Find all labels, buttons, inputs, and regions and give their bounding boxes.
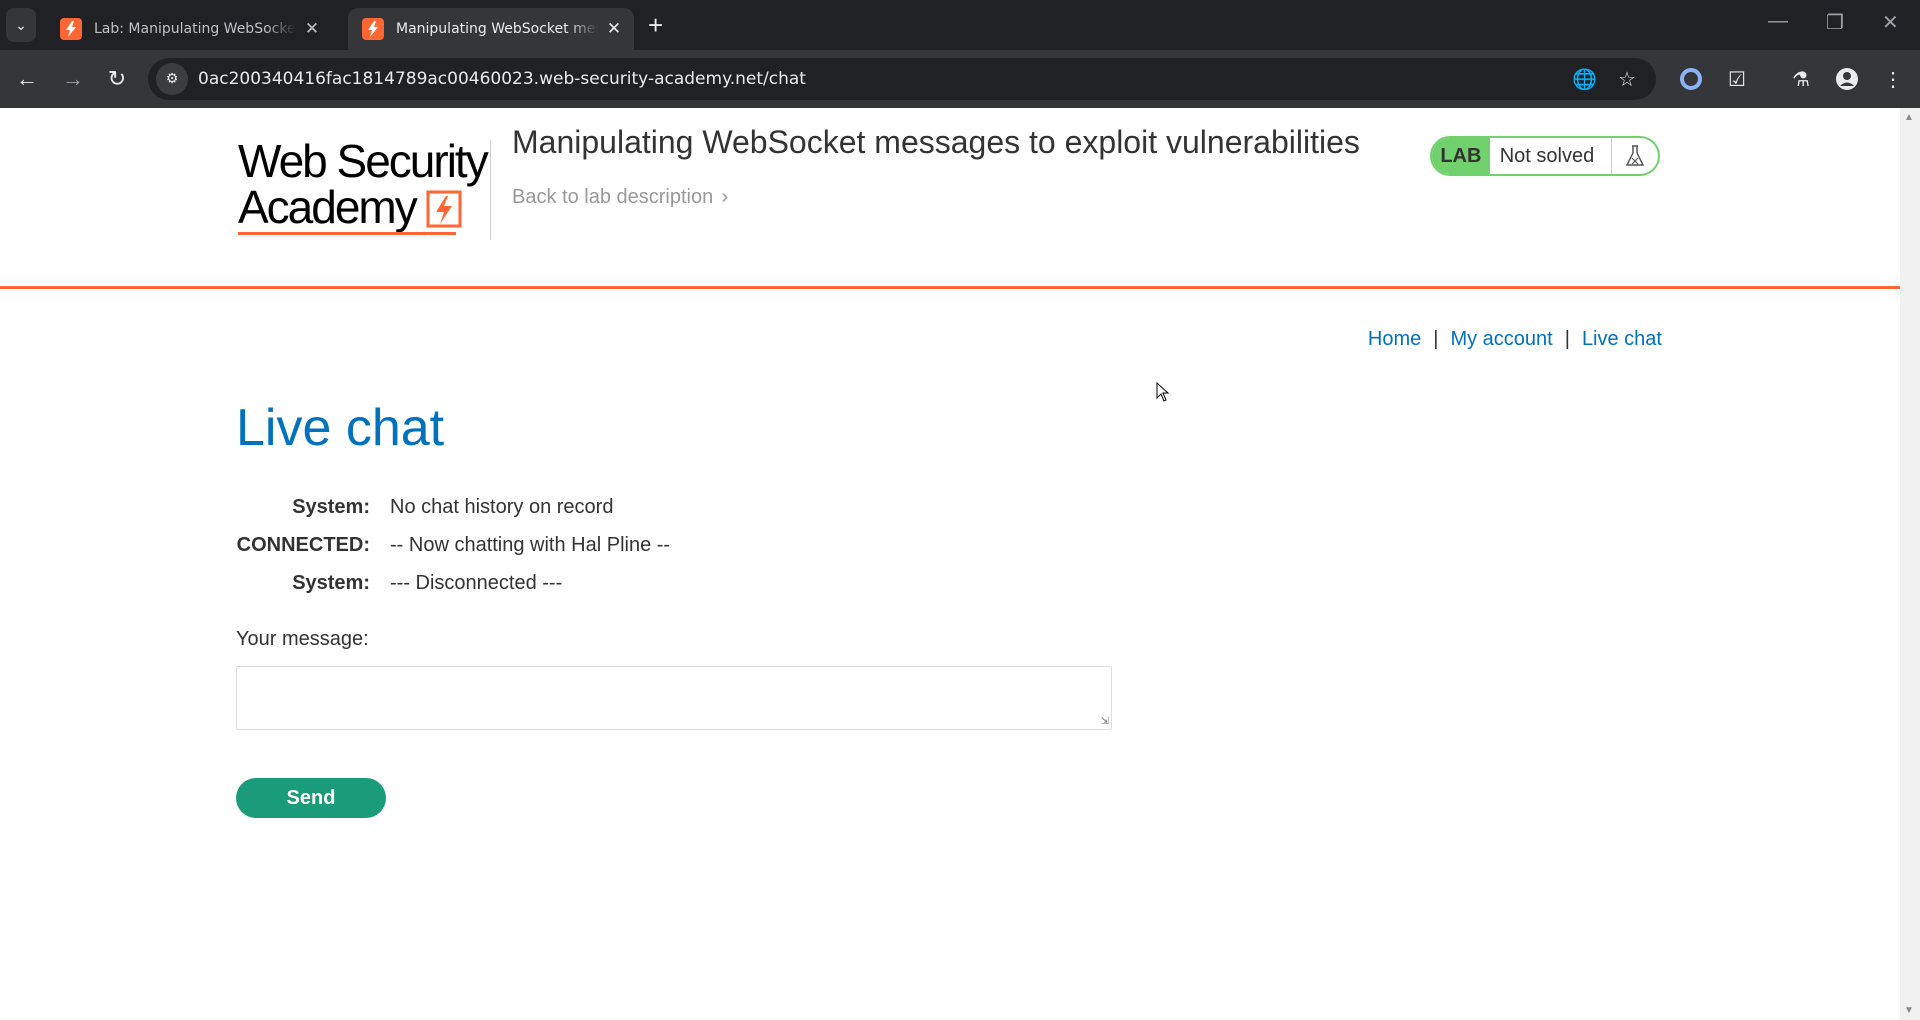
lab-label: LAB (1432, 138, 1490, 174)
bookmark-star-icon[interactable]: ☆ (1618, 67, 1636, 91)
header-orange-rule (0, 286, 1900, 289)
tab-title: Manipulating WebSocket messa (396, 21, 598, 37)
back-to-lab-link[interactable]: Back to lab description ›› (512, 186, 731, 209)
minimize-icon[interactable]: — (1768, 10, 1788, 33)
send-button[interactable]: Send (236, 778, 386, 818)
chevron-down-icon: ⌄ (15, 16, 27, 33)
lab-status-text: Not solved (1499, 144, 1595, 167)
logo-bolt-icon (426, 190, 462, 228)
scroll-down-icon[interactable]: ▼ (1904, 1005, 1914, 1016)
close-tab-icon[interactable]: ✕ (604, 19, 624, 39)
profile-icon[interactable] (1832, 64, 1862, 94)
address-bar[interactable]: ⚙ 0ac200340416fac1814789ac00460023.web-s… (148, 58, 1656, 100)
academy-logo[interactable]: Web Security Academy (238, 134, 490, 235)
lightning-favicon-icon (362, 18, 384, 40)
reload-button[interactable]: ↻ (102, 64, 132, 94)
back-button[interactable]: ← (12, 64, 42, 94)
tab-search-button[interactable]: ⌄ (6, 8, 36, 42)
nav-separator: | (1433, 328, 1439, 350)
nav-my-account-link[interactable]: My account (1450, 328, 1552, 351)
chat-text: --- Disconnected --- (390, 571, 563, 594)
page-content: Web Security Academy Manipulating WebSoc… (0, 108, 1900, 1020)
message-textarea[interactable]: ⇲ (236, 666, 1112, 730)
chat-sender: System: (292, 495, 370, 518)
double-chevron-right-icon: ›› (721, 186, 730, 208)
nav-live-chat-link[interactable]: Live chat (1582, 328, 1662, 351)
url-text[interactable]: 0ac200340416fac1814789ac00460023.web-sec… (198, 69, 806, 89)
chat-message: System: No chat history on record (236, 488, 936, 526)
browser-tab-2[interactable]: Manipulating WebSocket messa ✕ (348, 8, 634, 50)
nav-home-link[interactable]: Home (1368, 328, 1421, 351)
forward-button[interactable]: → (58, 64, 88, 94)
logo-line-2: Academy (238, 181, 418, 233)
site-info-icon[interactable]: ⚙ (156, 63, 188, 95)
chat-message: System: --- Disconnected --- (236, 564, 936, 602)
chat-message: CONNECTED: -- Now chatting with Hal Plin… (236, 526, 936, 564)
lab-status-badge: LAB Not solved (1430, 136, 1660, 176)
logo-line-1: Web Security (238, 135, 489, 187)
nav-separator: | (1564, 328, 1570, 350)
chat-text: -- Now chatting with Hal Pline -- (390, 533, 671, 556)
close-window-icon[interactable]: ✕ (1882, 10, 1899, 35)
close-tab-icon[interactable]: ✕ (302, 19, 322, 39)
extensions-puzzle-icon[interactable]: ☑ (1722, 64, 1752, 94)
new-tab-button[interactable]: + (648, 12, 663, 38)
message-label: Your message: (236, 628, 369, 650)
flask-icon (1611, 138, 1658, 174)
menu-kebab-icon[interactable]: ⋮ (1878, 64, 1908, 94)
page-scrollbar[interactable]: ▲ ▼ (1900, 108, 1920, 1020)
header-divider (490, 140, 491, 240)
scroll-up-icon[interactable]: ▲ (1904, 112, 1914, 123)
restore-icon[interactable]: ❐ (1826, 10, 1844, 35)
resize-grip-icon[interactable]: ⇲ (1101, 716, 1109, 727)
back-link-text[interactable]: Back to lab description (512, 186, 713, 208)
chat-history: System: No chat history on record CONNEC… (236, 488, 936, 602)
browser-tab-1[interactable]: Lab: Manipulating WebSocket m ✕ (46, 8, 332, 50)
lab-title: Manipulating WebSocket messages to explo… (512, 124, 1360, 160)
logo-underline (238, 232, 456, 235)
chat-text: No chat history on record (390, 495, 614, 518)
translate-icon[interactable]: 🌐 (1572, 67, 1597, 91)
chat-sender: System: (292, 571, 370, 594)
extension-circle-icon[interactable] (1676, 64, 1706, 94)
lightning-favicon-icon (60, 18, 82, 40)
browser-tabstrip: ⌄ Lab: Manipulating WebSocket m ✕ Manipu… (0, 0, 1920, 50)
page-title: Live chat (236, 399, 445, 457)
labs-flask-icon[interactable]: ⚗ (1786, 64, 1816, 94)
chat-sender: CONNECTED: (236, 533, 370, 556)
mouse-cursor-icon (1156, 382, 1170, 402)
tab-title: Lab: Manipulating WebSocket m (94, 21, 296, 37)
browser-toolbar: ← → ↻ ⚙ 0ac200340416fac1814789ac00460023… (0, 50, 1920, 108)
top-navigation: Home | My account | Live chat (1368, 328, 1662, 351)
